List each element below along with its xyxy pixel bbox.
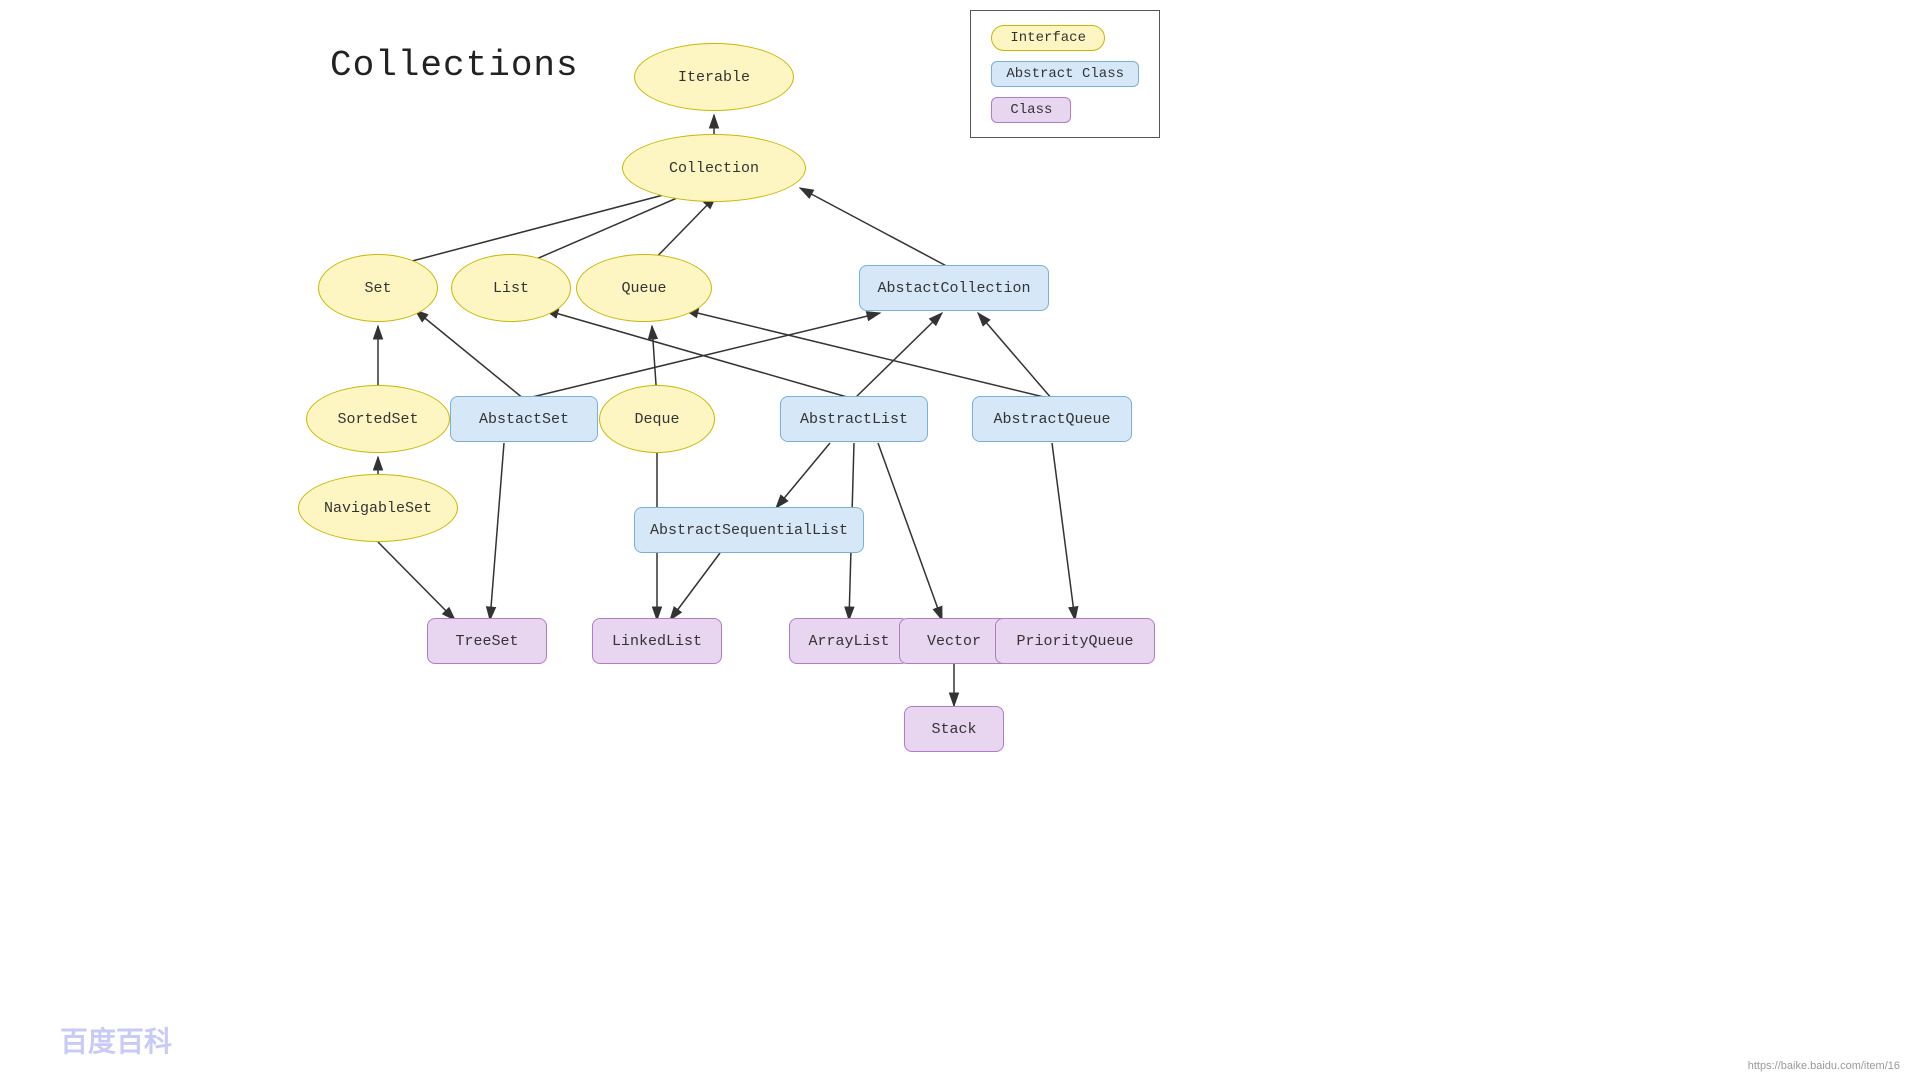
node-sortedset: SortedSet [306,385,450,453]
legend-abstract-label: Abstract Class [991,61,1139,87]
legend-class: Class [991,97,1139,123]
legend-box: Interface Abstract Class Class [970,10,1160,138]
node-treeset: TreeSet [427,618,547,664]
node-navigableset: NavigableSet [298,474,458,542]
node-list: List [451,254,571,322]
node-abstractqueue: AbstractQueue [972,396,1132,442]
node-abstractsequentiallist: AbstractSequentialList [634,507,864,553]
node-vector: Vector [899,618,1009,664]
node-linkedlist: LinkedList [592,618,722,664]
node-arraylist: ArrayList [789,618,909,664]
node-abstractcollection: AbstactCollection [859,265,1049,311]
node-priorityqueue: PriorityQueue [995,618,1155,664]
node-set: Set [318,254,438,322]
legend-class-label: Class [991,97,1071,123]
legend-interface: Interface [991,25,1139,51]
legend-interface-label: Interface [991,25,1105,51]
baidu-logo: 百度百科 [60,1020,172,1060]
page-title: Collections [330,45,579,86]
node-abstractlist: AbstractList [780,396,928,442]
node-stack: Stack [904,706,1004,752]
watermark: 百度百科 [60,1020,172,1060]
node-queue: Queue [576,254,712,322]
node-abstactset: AbstactSet [450,396,598,442]
node-collection: Collection [622,134,806,202]
node-iterable: Iterable [634,43,794,111]
legend-abstract: Abstract Class [991,61,1139,87]
node-deque: Deque [599,385,715,453]
url-text: https://baike.baidu.com/item/16 [1748,1060,1900,1072]
